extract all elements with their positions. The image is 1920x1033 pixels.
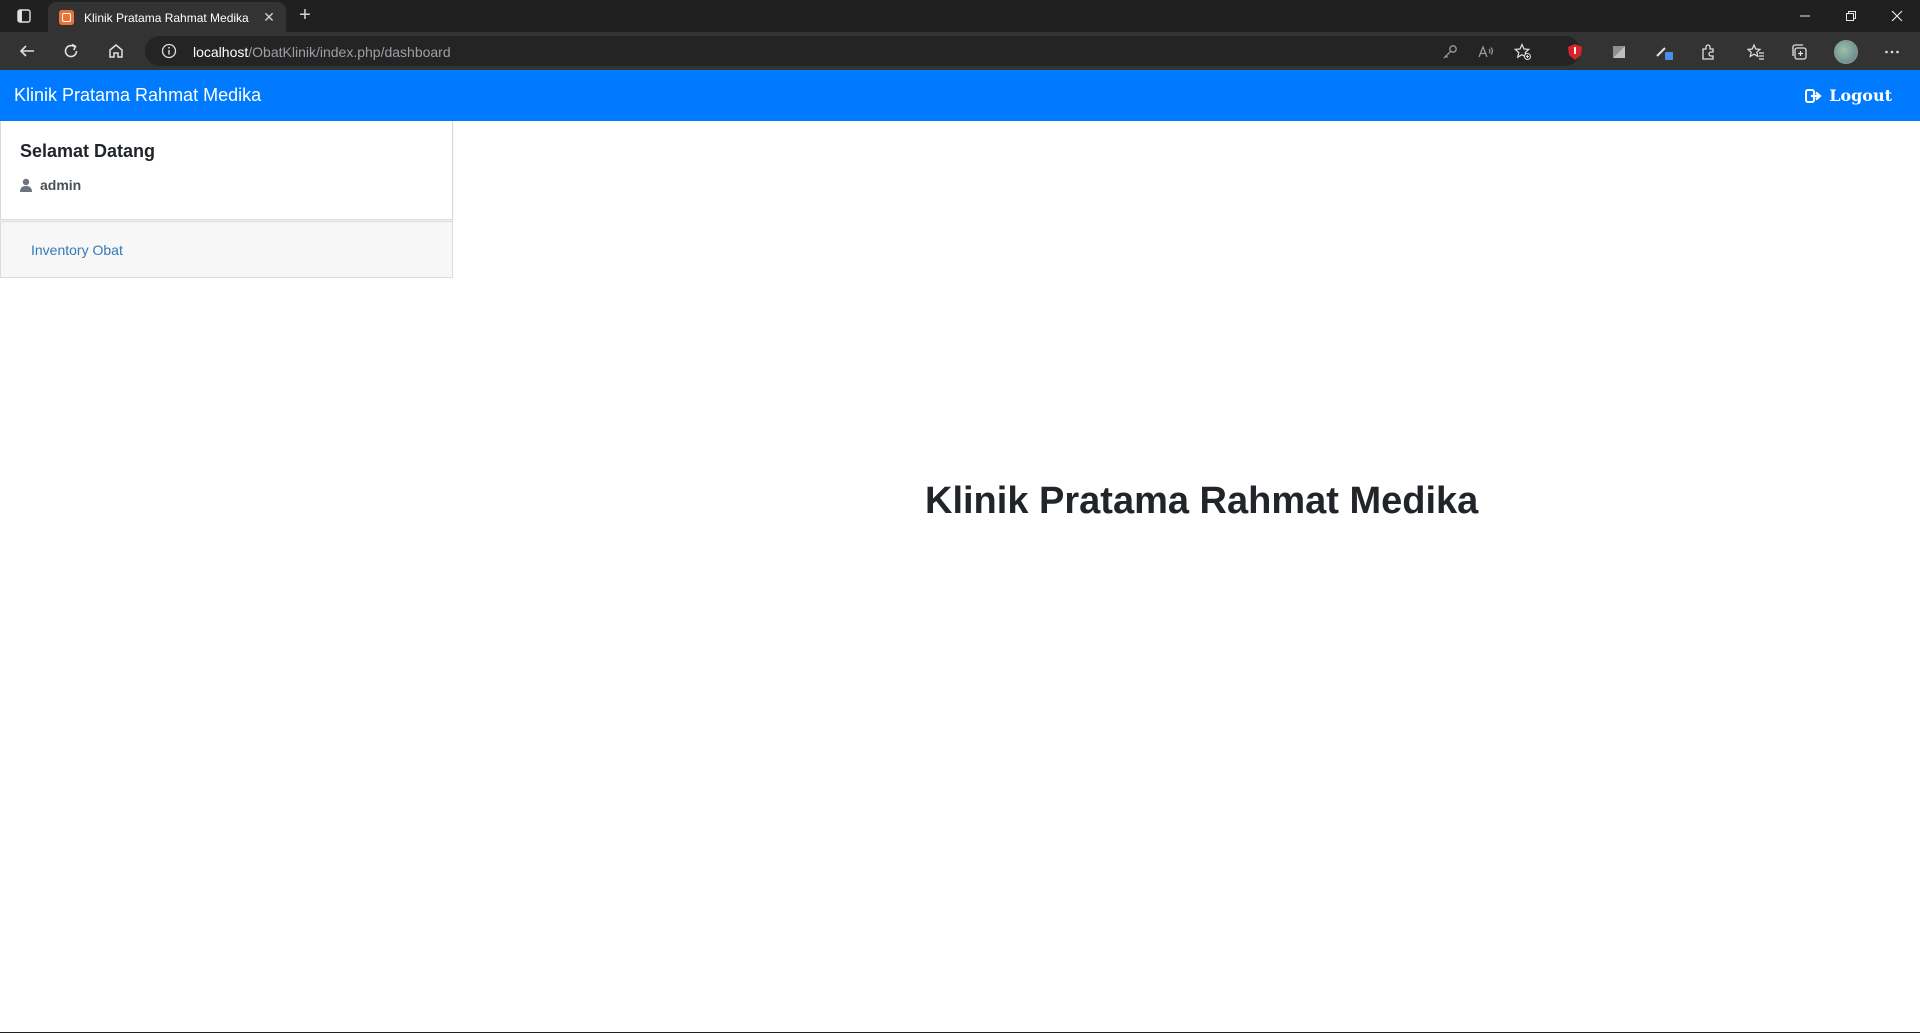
extension-red-icon[interactable]	[1564, 41, 1586, 63]
logout-button[interactable]: Logout	[1805, 86, 1892, 105]
extension-pen-icon[interactable]	[1654, 41, 1676, 63]
logout-icon	[1805, 88, 1822, 103]
browser-toolbar: localhost/ObatKlinik/index.php/dashboard	[0, 32, 1920, 70]
tab-actions-icon[interactable]	[10, 5, 38, 27]
back-icon[interactable]	[12, 38, 42, 64]
tab-close-icon[interactable]: ✕	[260, 8, 278, 26]
user-icon	[20, 178, 32, 192]
browser-tab[interactable]: Klinik Pratama Rahmat Medika ✕	[48, 2, 286, 32]
url-text: localhost/ObatKlinik/index.php/dashboard	[193, 44, 451, 60]
read-aloud-icon[interactable]	[1477, 43, 1495, 61]
restore-icon[interactable]	[1828, 0, 1874, 32]
sidebar-menu: Inventory Obat	[0, 221, 453, 278]
collections-icon[interactable]	[1788, 41, 1810, 63]
welcome-card: Selamat Datang admin	[0, 121, 453, 220]
tab-favicon-icon	[59, 10, 74, 25]
add-favorite-icon[interactable]	[1513, 43, 1532, 61]
app-header: Klinik Pratama Rahmat Medika Logout	[0, 70, 1920, 121]
logout-label: Logout	[1829, 86, 1892, 105]
url-path: /ObatKlinik/index.php/dashboard	[248, 44, 451, 60]
new-tab-icon[interactable]: +	[292, 4, 318, 28]
address-bar[interactable]: localhost/ObatKlinik/index.php/dashboard	[145, 36, 1580, 66]
refresh-icon[interactable]	[56, 38, 86, 64]
extension-gray-icon[interactable]	[1608, 41, 1630, 63]
key-icon[interactable]	[1441, 43, 1459, 61]
extension-icon[interactable]	[1697, 41, 1719, 63]
favorites-icon[interactable]	[1745, 41, 1767, 63]
home-icon[interactable]	[101, 38, 131, 64]
url-host: localhost	[193, 44, 249, 60]
sidebar-item-inventory-obat[interactable]: Inventory Obat	[31, 242, 123, 258]
tab-title: Klinik Pratama Rahmat Medika	[84, 11, 249, 25]
browser-tab-strip: Klinik Pratama Rahmat Medika ✕ +	[0, 0, 1920, 32]
minimize-icon[interactable]	[1782, 0, 1828, 32]
user-info: admin	[20, 177, 81, 193]
brand-link[interactable]: Klinik Pratama Rahmat Medika	[14, 85, 261, 106]
username: admin	[40, 177, 82, 193]
close-window-icon[interactable]	[1874, 0, 1920, 32]
more-icon[interactable]	[1881, 41, 1903, 63]
welcome-title: Selamat Datang	[20, 141, 156, 161]
profile-avatar[interactable]	[1834, 40, 1858, 64]
site-info-icon[interactable]	[161, 43, 177, 59]
page-title: Klinik Pratama Rahmat Medika	[925, 480, 1479, 522]
